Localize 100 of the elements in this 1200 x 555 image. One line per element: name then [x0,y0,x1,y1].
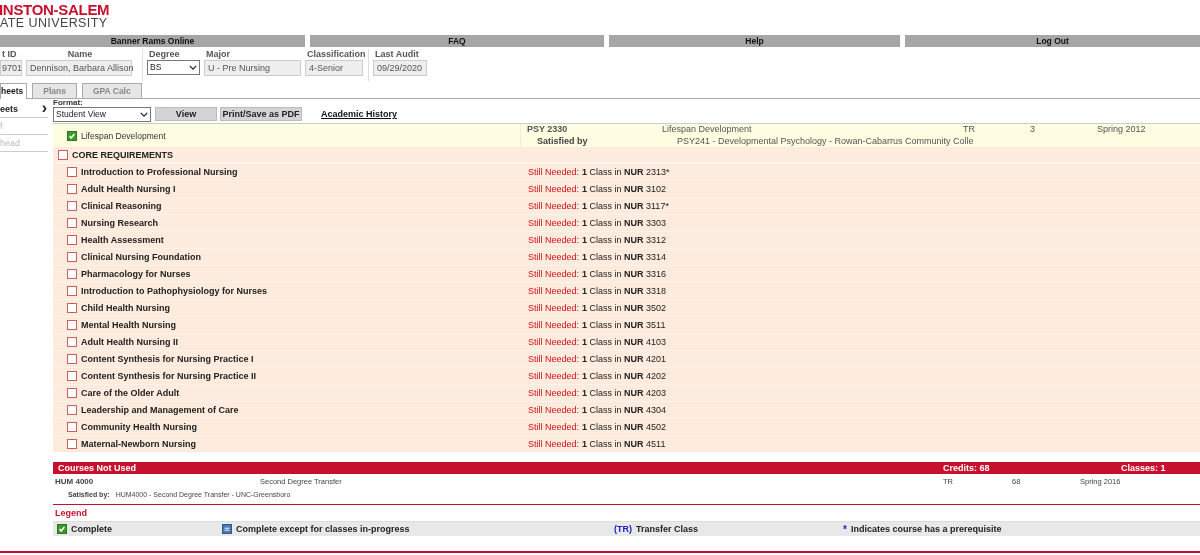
still-needed-label: Still Needed: [528,286,581,296]
still-needed-label: Still Needed: [528,320,581,330]
requirement-title: Lifespan Development [81,130,166,141]
still-needed-label: Still Needed: [528,405,581,415]
field-label: t ID [1,49,18,60]
field-label: Last Audit [374,49,420,60]
toolbar-button[interactable]: Print/Save as PDF [220,107,302,121]
in-progress-icon [222,524,232,534]
satisfied-by-label: Satisfied by [536,136,589,146]
course-needed: 1 Class in NUR 3102 [582,184,667,194]
chevron-down-icon [189,65,197,70]
requirement-title: Content Synthesis for Nursing Practice I [81,354,254,364]
university-logo-subtext: ATE UNIVERSITY [0,17,108,29]
course-needed: 1 Class in NUR 4202 [582,371,667,381]
still-needed-label: Still Needed: [528,371,581,381]
requirement-title: Pharmacology for Nurses [81,269,191,279]
requirement-title: Nursing Research [81,218,159,228]
course-code: HUM 4000 [55,477,94,486]
requirement-title: Mental Health Nursing [81,320,176,330]
classes-total: Classes: 1 [1121,463,1166,473]
nav-link[interactable]: FAQ [310,35,604,47]
grade: TR [963,124,975,134]
legend-label: Indicates course has a prerequisite [850,524,1002,534]
credits: 3 [1030,124,1035,134]
academic-history-link[interactable]: Academic History [321,109,398,119]
field-label: Classification [306,49,363,60]
still-needed-label: Still Needed: [528,303,581,313]
format-label: Format: [53,98,84,107]
term: Spring 2012 [1097,124,1146,134]
still-needed-label: Still Needed: [528,184,581,194]
course-needed: 1 Class in NUR 2313* [582,167,670,177]
course-needed: 1 Class in NUR 4103 [582,337,667,347]
course-needed: 1 Class in NUR 3511 [582,320,666,330]
still-needed-label: Still Needed: [528,201,581,211]
course-needed: 1 Class in NUR 3117* [582,201,669,211]
still-needed-label: Still Needed: [528,337,581,347]
readonly-field: 9701 [0,60,22,76]
course-title: Lifespan Development [662,124,752,134]
chevron-right-icon: › [41,101,47,117]
nav-link[interactable]: Log Out [905,35,1200,47]
requirement-title: Community Health Nursing [81,422,197,432]
course-needed: 1 Class in NUR 4502 [582,422,667,432]
tab[interactable]: heets [0,83,28,99]
requirement-title: Clinical Reasoning [81,201,162,211]
requirement-title: Care of the Older Adult [81,388,180,398]
legend-label: Transfer Class [636,524,699,534]
still-needed-label: Still Needed: [528,269,581,279]
course-needed: 1 Class in NUR 3316 [582,269,667,279]
field-label: Name [66,49,94,60]
checkmark-icon [57,524,67,534]
nav-link[interactable]: Help [609,35,900,47]
readonly-field: 09/29/2020 [373,60,427,76]
requirement-title: Clinical Nursing Foundation [81,252,201,262]
nav-link[interactable]: Banner Rams Online [0,35,305,47]
degree-select[interactable]: BS [147,60,200,75]
requirement-title: Child Health Nursing [81,303,170,313]
still-needed-label: Still Needed: [528,235,581,245]
course-needed: 1 Class in NUR 3502 [582,303,667,313]
readonly-field: 4-Senior [305,60,363,76]
readonly-field: U - Pre Nursing [204,60,301,76]
course-needed: 1 Class in NUR 4203 [582,388,667,398]
course-needed: 1 Class in NUR 3303 [582,218,667,228]
requirement-title: Introduction to Pathophysiology for Nurses [81,286,267,296]
requirement-title: Adult Health Nursing I [81,184,176,194]
course-needed: 1 Class in NUR 4201 [582,354,667,364]
legend-symbol: (TR) [614,524,632,534]
chevron-down-icon [140,112,148,117]
course-needed: 1 Class in NUR 3312 [582,235,667,245]
requirement-title: Maternal-Newborn Nursing [81,439,196,449]
still-needed-label: Still Needed: [528,388,581,398]
legend-label: Complete [71,524,112,534]
sidebar-item[interactable]: eets [0,101,18,117]
still-needed-label: Still Needed: [528,439,581,449]
course-needed: 1 Class in NUR 4511 [582,439,666,449]
toolbar-button[interactable]: View [155,107,217,121]
requirement-title: Adult Health Nursing II [81,337,178,347]
still-needed-label: Still Needed: [528,252,581,262]
block-title: CORE REQUIREMENTS [72,149,173,160]
requirement-title: Introduction to Professional Nursing [81,167,238,177]
course-code: PSY 2330 [527,124,568,134]
field-label: Degree [148,49,181,60]
satisfied-by-text: PSY241 - Developmental Psychology - Rowan-Cabarrus Community Colle [677,136,974,146]
still-needed-label: Still Needed: [528,422,581,432]
still-needed-label: Still Needed: [528,218,581,228]
field-label: Major [205,49,231,60]
course-needed: 1 Class in NUR 4304 [582,405,667,415]
legend-label: Complete except for classes in-progress [236,524,410,534]
still-needed-label: Still Needed: [528,354,581,364]
course-needed: 1 Class in NUR 3314 [582,252,667,262]
credits-total: Credits: 68 [943,463,990,473]
section-title: Courses Not Used [58,463,137,473]
requirement-title: Leadership and Management of Care [81,405,239,415]
readonly-field: Dennison, Barbara Allison [26,60,132,76]
requirement-title: Content Synthesis for Nursing Practice II [81,371,257,381]
format-select[interactable]: Student View [53,107,151,122]
requirement-title: Health Assessment [81,235,164,245]
legend-symbol: * [843,523,847,535]
still-needed-label: Still Needed: [528,167,581,177]
university-logo-text: INSTON-SALEM [0,2,110,17]
course-needed: 1 Class in NUR 3318 [582,286,667,296]
